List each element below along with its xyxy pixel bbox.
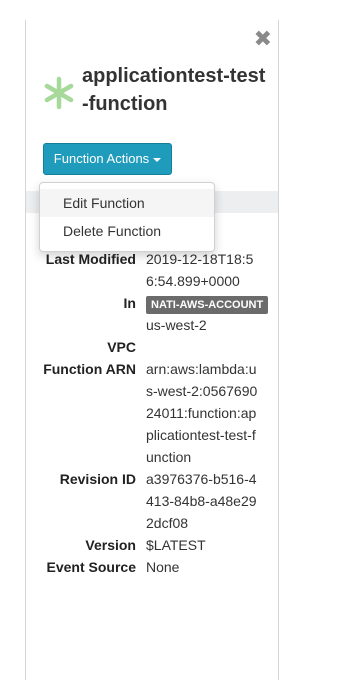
region-value: us-west-2: [146, 317, 207, 333]
last-modified-label: Last Modified: [45, 251, 136, 267]
menu-item-delete-function[interactable]: Delete Function: [40, 217, 214, 245]
function-arn-value: arn:aws:lambda:us-west-2:056769024011:fu…: [146, 361, 258, 465]
caret-down-icon: [153, 157, 162, 162]
detail-row-event-source: Event Source None: [26, 556, 278, 578]
details-panel: ✖ applicationtest-test-function Function…: [25, 20, 279, 680]
in-value: NATI-AWS-ACCOUNT us-west-2: [146, 292, 269, 336]
vpc-value: [146, 336, 258, 358]
asterisk-lambda-icon: [44, 76, 74, 110]
event-source-value: None: [146, 559, 180, 575]
details-list: Last Modified 2019-12-18T18:56:54.899+00…: [26, 248, 278, 578]
function-actions-button[interactable]: Function Actions: [43, 143, 172, 175]
revision-id-value: a3976376-b516-4413-84b8-a48e292dcf08: [146, 471, 257, 531]
version-label: Version: [85, 537, 136, 553]
close-icon[interactable]: ✖: [254, 28, 272, 50]
version-value: $LATEST: [146, 537, 206, 553]
detail-row-revision-id: Revision ID a3976376-b516-4413-84b8-a48e…: [26, 468, 278, 534]
account-badge: NATI-AWS-ACCOUNT: [146, 296, 269, 314]
detail-row-last-modified: Last Modified 2019-12-18T18:56:54.899+00…: [26, 248, 278, 292]
function-actions-label: Function Actions: [53, 151, 150, 166]
vpc-label: VPC: [107, 339, 136, 355]
detail-row-version: Version $LATEST: [26, 534, 278, 556]
header: applicationtest-test-function: [42, 62, 272, 118]
last-modified-value: 2019-12-18T18:56:54.899+0000: [146, 251, 254, 289]
detail-row-vpc: VPC: [26, 336, 278, 358]
page-title: applicationtest-test-function: [82, 65, 266, 115]
revision-id-label: Revision ID: [59, 471, 136, 487]
function-arn-label: Function ARN: [43, 361, 136, 377]
event-source-label: Event Source: [46, 559, 136, 575]
menu-item-edit-function[interactable]: Edit Function: [40, 189, 214, 217]
detail-row-function-arn: Function ARN arn:aws:lambda:us-west-2:05…: [26, 358, 278, 468]
detail-row-in: In NATI-AWS-ACCOUNT us-west-2: [26, 292, 278, 336]
in-label: In: [123, 295, 136, 311]
function-actions-menu: Edit Function Delete Function: [39, 182, 215, 252]
